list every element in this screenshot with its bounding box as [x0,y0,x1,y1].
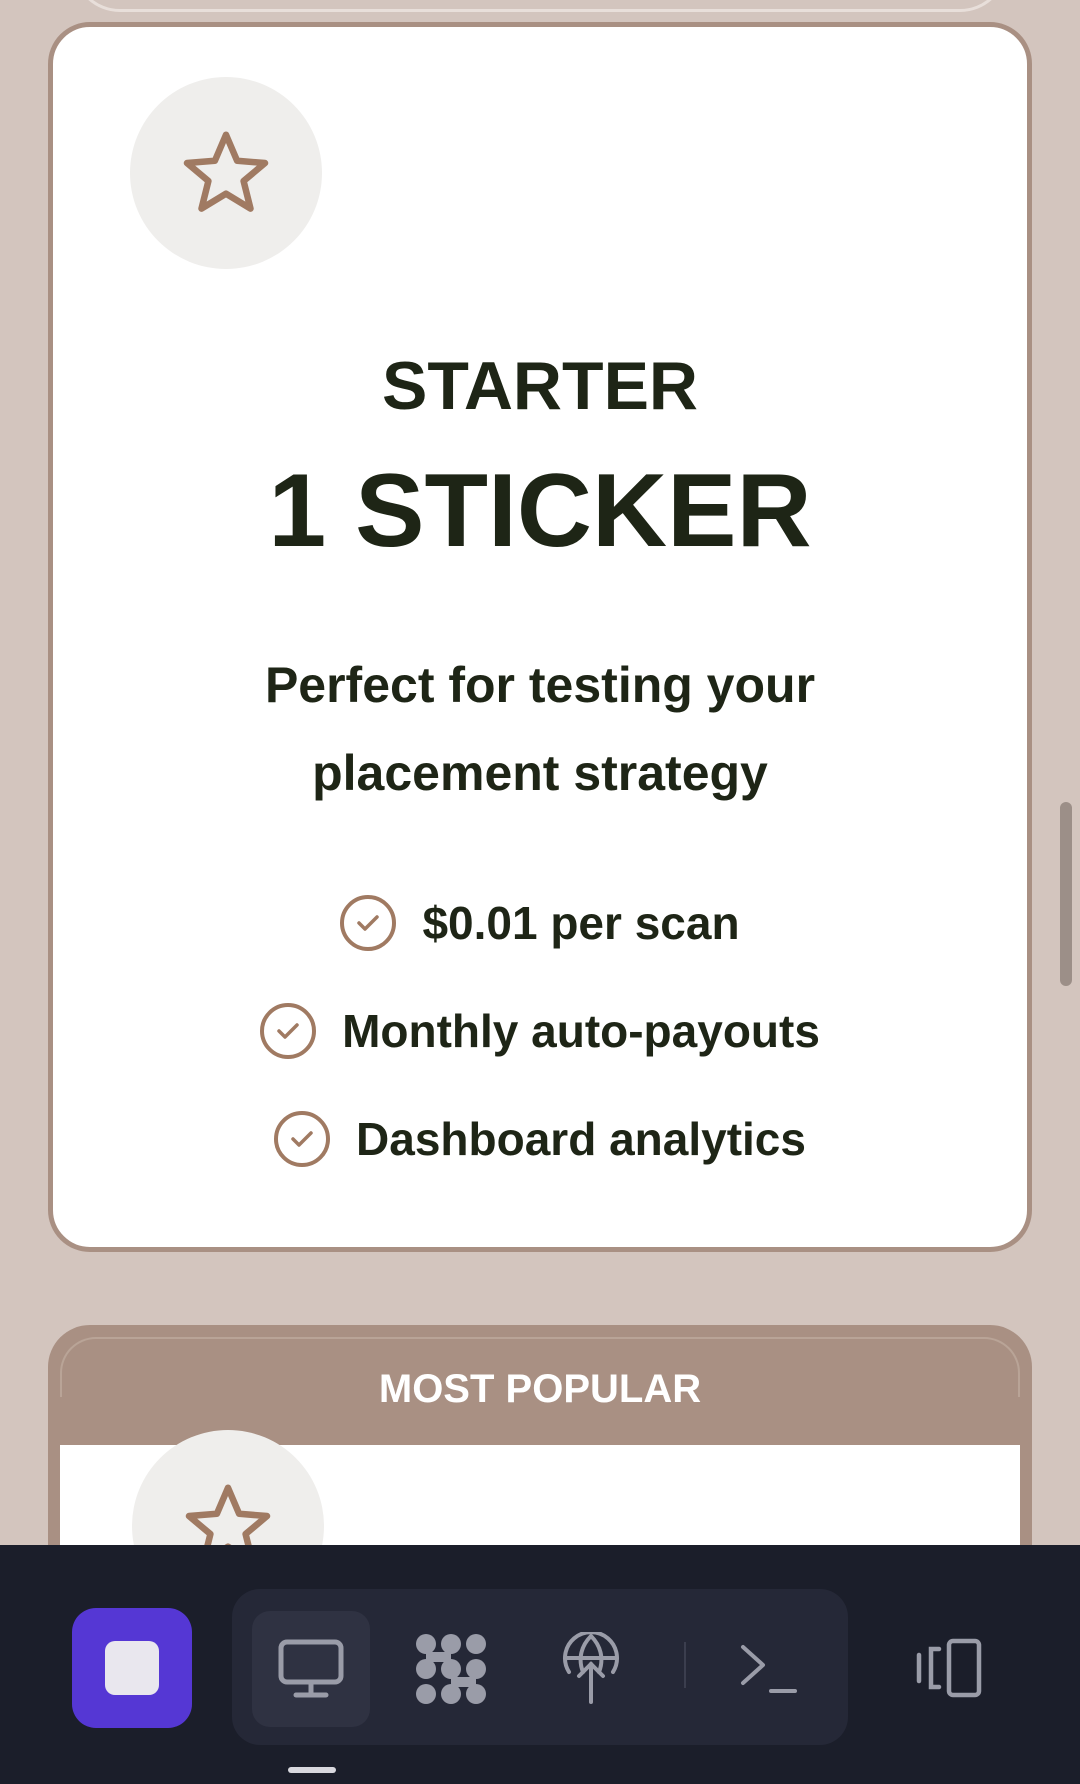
check-circle-icon [340,895,397,951]
desktop-button[interactable] [252,1611,370,1727]
most-popular-badge: MOST POPULAR [378,1367,702,1411]
feature-label: $0.01 per scan [422,897,740,949]
device-switch-button[interactable] [900,1608,1000,1728]
network-button[interactable] [532,1611,650,1727]
feature-item: Dashboard analytics [274,1085,806,1193]
star-icon [130,77,322,269]
taskbar [0,1545,1080,1784]
plan-tier: STARTER [381,348,699,424]
home-indicator [288,1767,336,1773]
network-globe-icon [563,1632,619,1704]
scrollbar-thumb[interactable] [1060,802,1072,986]
plan-description: Perfect for testing your placement strat… [264,657,816,801]
apps-grid-icon [416,1634,486,1704]
feature-label: Dashboard analytics [356,1113,806,1165]
starter-plan-card[interactable]: STARTER 1 STICKER Perfect for testing yo… [48,22,1032,1252]
terminal-icon [741,1645,797,1693]
start-button[interactable] [72,1608,192,1728]
plan-amount: 1 STICKER [268,453,812,569]
terminal-button[interactable] [710,1611,828,1727]
taskbar-divider [684,1642,686,1688]
device-switch-icon [916,1638,982,1698]
desktop-monitor-icon [278,1639,344,1698]
feature-item: Monthly auto-payouts [260,977,820,1085]
check-circle-icon [274,1111,331,1167]
previous-card-edge [72,0,1008,12]
start-square-icon [105,1641,159,1695]
taskbar-app-group [232,1589,848,1745]
feature-item: $0.01 per scan [340,869,740,977]
page: STARTER 1 STICKER Perfect for testing yo… [0,0,1080,1784]
feature-label: Monthly auto-payouts [342,1005,820,1057]
apps-button[interactable] [392,1611,510,1727]
check-circle-icon [260,1003,317,1059]
feature-list: $0.01 per scan Monthly auto-payouts Dash… [53,869,1027,1193]
